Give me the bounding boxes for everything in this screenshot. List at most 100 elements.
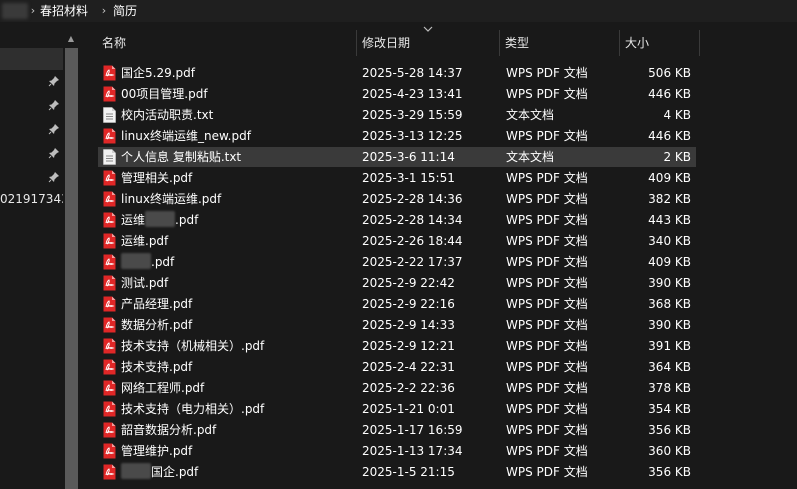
file-type: 文本文档	[506, 150, 555, 164]
file-name: 数据分析.pdf	[121, 318, 193, 332]
column-header-size[interactable]: 大小	[625, 32, 649, 54]
file-date: 2025-3-6 11:14	[362, 150, 455, 164]
file-row[interactable]: 韶音数据分析.pdf 2025-1-17 16:59 WPS PDF 文档 356 K…	[98, 420, 696, 440]
file-row[interactable]: linux终端运维_new.pdf 2025-3-13 12:25 WPS PDF …	[98, 126, 696, 146]
redacted-text	[121, 463, 151, 479]
file-row[interactable]: 技术支持（电力相关）.pdf 2025-1-21 0:01 WPS PDF 文档 35…	[98, 399, 696, 419]
column-header-name[interactable]: 名称	[102, 32, 126, 54]
file-type: WPS PDF 文档	[506, 444, 588, 458]
file-date: 2025-3-29 15:59	[362, 108, 463, 122]
file-date: 2025-2-26 18:44	[362, 234, 463, 248]
file-row[interactable]: 00项目管理.pdf 2025-4-23 13:41 WPS PDF 文档 446 K…	[98, 84, 696, 104]
file-size: 2 KB	[663, 150, 691, 164]
file-type: WPS PDF 文档	[506, 213, 588, 227]
nav-item-label[interactable]: 0219173439	[0, 191, 63, 207]
file-name-cell: 技术支持（机械相关）.pdf	[121, 336, 264, 356]
pdf-file-icon	[103, 128, 116, 144]
file-size: 391 KB	[648, 339, 691, 353]
pdf-file-icon	[103, 191, 116, 207]
file-row[interactable]: 技术支持.pdf 2025-2-4 22:31 WPS PDF 文档 364 KB	[98, 357, 696, 377]
file-name: 技术支持（电力相关）.pdf	[121, 402, 265, 416]
file-name-cell: 国企5.29.pdf	[121, 63, 195, 83]
file-date: 2025-2-28 14:36	[362, 192, 463, 206]
file-date: 2025-2-4 22:31	[362, 360, 455, 374]
file-type: WPS PDF 文档	[506, 234, 588, 248]
file-size: 4 KB	[663, 108, 691, 122]
file-row[interactable]: 技术支持（机械相关）.pdf 2025-2-9 12:21 WPS PDF 文档 39…	[98, 336, 696, 356]
column-header-type[interactable]: 类型	[505, 32, 529, 54]
scroll-up-icon[interactable]: ▲	[66, 34, 76, 44]
column-divider[interactable]	[356, 30, 357, 56]
column-header-date[interactable]: 修改日期	[362, 32, 410, 54]
pdf-file-icon	[103, 443, 116, 459]
pin-icon	[48, 124, 59, 135]
file-size: 354 KB	[648, 402, 691, 416]
file-date: 2025-2-9 22:42	[362, 276, 455, 290]
file-size: 506 KB	[648, 66, 691, 80]
file-row[interactable]: 个人信息 复制粘贴.txt 2025-3-6 11:14 文本文档 2 KB	[98, 147, 696, 167]
file-row[interactable]: 运维 .pdf 2025-2-28 14:34 WPS PDF 文档 443 KB	[98, 210, 696, 230]
breadcrumb-item[interactable]: 春招材料	[40, 3, 88, 19]
file-name: 产品经理.pdf	[121, 297, 193, 311]
file-row[interactable]: linux终端运维.pdf 2025-2-28 14:36 WPS PDF 文档 38…	[98, 189, 696, 209]
file-list: 名称 修改日期 类型 大小 国企5.29.pdf 2025-5-28 14:37 W…	[80, 22, 797, 489]
file-date: 2025-5-28 14:37	[362, 66, 463, 80]
file-name-cell: 国企.pdf	[121, 462, 198, 482]
text-file-icon	[103, 107, 116, 123]
file-name: 个人信息 复制粘贴.txt	[121, 150, 242, 164]
nav-scrollbar[interactable]	[65, 48, 78, 489]
file-size: 390 KB	[648, 318, 691, 332]
pdf-file-icon	[103, 254, 116, 270]
address-bar[interactable]: › 春招材料 › 简历	[0, 0, 797, 22]
pdf-file-icon	[103, 86, 116, 102]
column-divider[interactable]	[499, 30, 500, 56]
pdf-file-icon	[103, 317, 116, 333]
file-row[interactable]: 网络工程师.pdf 2025-2-2 22:36 WPS PDF 文档 378 KB	[98, 378, 696, 398]
file-type: WPS PDF 文档	[506, 171, 588, 185]
file-size: 378 KB	[648, 381, 691, 395]
file-row[interactable]: 国企.pdf 2025-1-5 21:15 WPS PDF 文档 356 KB	[98, 462, 696, 482]
file-name: 技术支持（机械相关）.pdf	[121, 339, 265, 353]
column-divider[interactable]	[619, 30, 620, 56]
file-row[interactable]: 管理维护.pdf 2025-1-13 17:34 WPS PDF 文档 360 KB	[98, 441, 696, 461]
file-type: WPS PDF 文档	[506, 297, 588, 311]
chevron-right-icon[interactable]: ›	[28, 3, 38, 19]
text-file-icon	[103, 149, 116, 165]
file-row[interactable]: 运维.pdf 2025-2-26 18:44 WPS PDF 文档 340 KB	[98, 231, 696, 251]
file-type: WPS PDF 文档	[506, 87, 588, 101]
file-row[interactable]: 测试.pdf 2025-2-9 22:42 WPS PDF 文档 390 KB	[98, 273, 696, 293]
file-name-cell: 校内活动职责.txt	[121, 105, 213, 125]
file-name-cell: 00项目管理.pdf	[121, 84, 208, 104]
nav-item-selected[interactable]	[0, 48, 63, 70]
file-row[interactable]: 管理相关.pdf 2025-3-1 15:51 WPS PDF 文档 409 KB	[98, 168, 696, 188]
file-name-suffix: 国企.pdf	[151, 465, 199, 479]
chevron-right-icon[interactable]: ›	[99, 3, 109, 19]
file-name-cell: 网络工程师.pdf	[121, 378, 204, 398]
file-date: 2025-2-9 22:16	[362, 297, 455, 311]
column-divider[interactable]	[699, 30, 700, 56]
file-size: 409 KB	[648, 255, 691, 269]
file-name-cell: .pdf	[121, 252, 174, 272]
pdf-file-icon	[103, 422, 116, 438]
breadcrumb-item[interactable]: 简历	[113, 3, 137, 19]
file-row[interactable]: 校内活动职责.txt 2025-3-29 15:59 文本文档 4 KB	[98, 105, 696, 125]
file-name-cell: 管理维护.pdf	[121, 441, 192, 461]
file-name: linux终端运维_new.pdf	[121, 129, 251, 143]
pin-icon	[48, 172, 59, 183]
file-name: 管理相关.pdf	[121, 171, 193, 185]
file-row[interactable]: 国企5.29.pdf 2025-5-28 14:37 WPS PDF 文档 506 K…	[98, 63, 696, 83]
file-size: 409 KB	[648, 171, 691, 185]
file-type: WPS PDF 文档	[506, 465, 588, 479]
file-row[interactable]: 数据分析.pdf 2025-2-9 14:33 WPS PDF 文档 390 KB	[98, 315, 696, 335]
file-row[interactable]: 产品经理.pdf 2025-2-9 22:16 WPS PDF 文档 368 KB	[98, 294, 696, 314]
file-name-cell: 技术支持（电力相关）.pdf	[121, 399, 264, 419]
file-name-cell: 韶音数据分析.pdf	[121, 420, 216, 440]
pdf-file-icon	[103, 359, 116, 375]
file-date: 2025-1-13 17:34	[362, 444, 463, 458]
file-name-cell: linux终端运维.pdf	[121, 189, 221, 209]
file-type: WPS PDF 文档	[506, 360, 588, 374]
file-name-prefix: 运维	[121, 213, 146, 227]
file-size: 382 KB	[648, 192, 691, 206]
redacted-text	[121, 253, 151, 269]
file-row[interactable]: .pdf 2025-2-22 17:37 WPS PDF 文档 409 KB	[98, 252, 696, 272]
